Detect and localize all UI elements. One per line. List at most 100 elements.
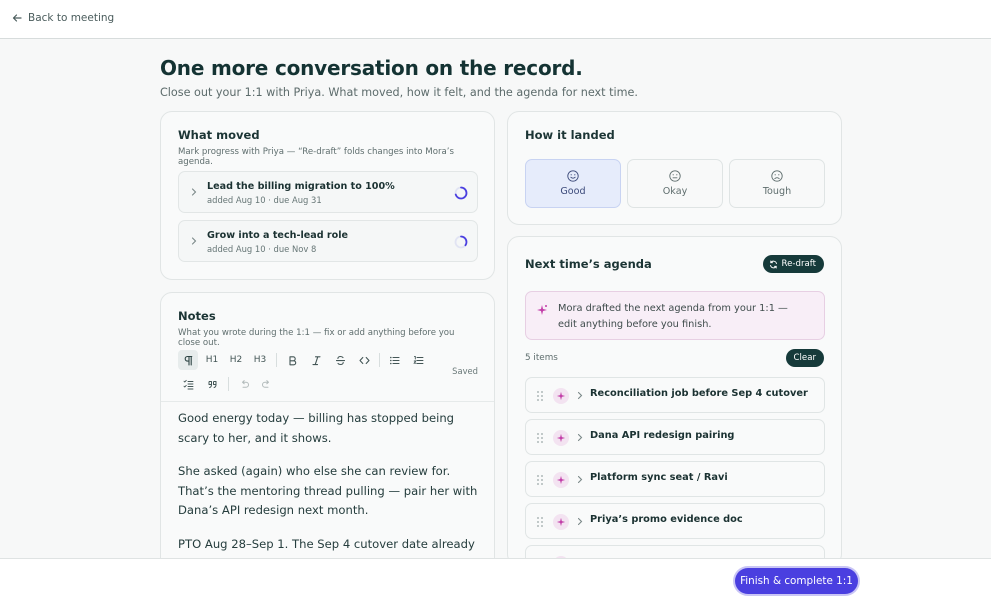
back-label: Back to meeting [28, 12, 115, 24]
agenda-item[interactable]: Reconciliation job before Sep 4 cutover [525, 377, 825, 413]
chevron-right-icon [191, 237, 197, 245]
mood-label: Okay [662, 186, 688, 197]
chevron-right-icon[interactable] [576, 474, 584, 485]
clear-button[interactable]: Clear [785, 349, 824, 367]
agenda-item-text: Dana API redesign pairing [590, 430, 735, 441]
finish-complete-button[interactable]: Finish & complete 1:1 [735, 568, 858, 594]
sparkle-icon [556, 475, 566, 485]
bullet-list-button[interactable] [384, 350, 404, 370]
strikethrough-button[interactable] [330, 350, 350, 370]
mood-label: Tough [762, 186, 792, 197]
goal-item[interactable]: Grow into a tech-lead role added Aug 10 … [178, 220, 478, 262]
bold-icon [288, 355, 296, 365]
code-icon [358, 356, 370, 364]
goal-item[interactable]: Lead the billing migration to 100% added… [178, 171, 478, 213]
agenda-item-text: Reconciliation job before Sep 4 cutover [590, 388, 808, 399]
italic-button[interactable] [306, 350, 326, 370]
goal-title: Lead the billing migration to 100% [207, 181, 395, 192]
page-title: One more conversation on the record. [160, 56, 583, 80]
drag-handle-icon[interactable] [536, 390, 544, 402]
mood-tough-button[interactable]: Tough [729, 159, 825, 208]
sparkle-icon [556, 517, 566, 527]
redraft-button[interactable]: Re-draft [762, 255, 824, 273]
notes-card: Notes What you wrote during the 1:1 — fi… [160, 292, 495, 582]
goal-title: Grow into a tech-lead role [207, 230, 349, 241]
note-paragraph[interactable]: She asked (again) who else she can revie… [178, 462, 478, 521]
how-it-landed-title: How it landed [525, 128, 615, 142]
bold-button[interactable] [282, 350, 302, 370]
toolbar-divider-line [161, 401, 494, 402]
agenda-item[interactable]: Priya’s promo evidence doc [525, 503, 825, 539]
progress-ring-icon[interactable] [454, 235, 468, 249]
checklist-button[interactable] [178, 374, 198, 394]
chevron-right-icon[interactable] [576, 432, 584, 443]
mood-label: Good [560, 186, 586, 197]
chevron-right-icon[interactable] [576, 390, 584, 401]
code-button[interactable] [354, 350, 374, 370]
chevron-right-icon [191, 188, 197, 196]
heading-2-button[interactable]: H2 [226, 350, 246, 370]
h1-label: H1 [205, 355, 219, 365]
sparkle-icon [556, 433, 566, 443]
notes-title: Notes [178, 309, 216, 323]
footer-bar: Finish & complete 1:1 [0, 558, 991, 600]
drag-handle-icon[interactable] [536, 516, 544, 528]
refresh-icon [769, 259, 777, 269]
redo-button[interactable] [256, 374, 276, 394]
notes-subtitle: What you wrote during the 1:1 — fix or a… [178, 328, 455, 348]
goal-meta: added Aug 10 · due Nov 8 [207, 244, 317, 254]
smile-icon [567, 170, 579, 182]
drag-handle-icon[interactable] [536, 474, 544, 486]
undo-button[interactable] [234, 374, 254, 394]
item-count: 5 items [525, 353, 558, 363]
toolbar-divider [276, 353, 277, 367]
page-heading: One more conversation on the record. Clo… [160, 56, 638, 99]
toolbar-divider [379, 353, 380, 367]
paragraph-button[interactable] [178, 350, 198, 370]
ai-sparkle-badge [553, 388, 569, 404]
neutral-face-icon [669, 170, 681, 182]
frown-icon [771, 170, 783, 182]
page-subtitle: Close out your 1:1 with Priya. What move… [160, 86, 638, 99]
notes-editor[interactable]: Good energy today — billing has stopped … [178, 409, 478, 568]
h3-label: H3 [253, 355, 267, 365]
ai-sparkle-badge [553, 514, 569, 530]
bullet-list-icon [389, 356, 400, 364]
next-agenda-card: Next time’s agenda Re-draft Mora drafted… [507, 236, 842, 566]
ai-sparkle-badge [553, 472, 569, 488]
ai-draft-notice: Mora drafted the next agenda from your 1… [525, 291, 825, 340]
quote-button[interactable] [202, 374, 222, 394]
redo-icon [261, 379, 269, 388]
goal-meta: added Aug 10 · due Aug 31 [207, 195, 322, 205]
sparkle-icon [556, 391, 566, 401]
agenda-item[interactable]: Dana API redesign pairing [525, 419, 825, 455]
sparkle-icon [537, 305, 547, 315]
what-moved-title: What moved [178, 128, 260, 142]
what-moved-card: What moved Mark progress with Priya — “R… [160, 111, 495, 280]
what-moved-subtitle: Mark progress with Priya — “Re-draft” fo… [178, 147, 454, 167]
mood-good-button[interactable]: Good [525, 159, 621, 208]
drag-handle-icon[interactable] [536, 432, 544, 444]
progress-ring-icon[interactable] [454, 186, 468, 200]
mood-okay-button[interactable]: Okay [627, 159, 723, 208]
toolbar-divider [228, 377, 229, 391]
note-paragraph[interactable]: Good energy today — billing has stopped … [178, 409, 478, 448]
how-it-landed-card: How it landed Good Okay Tough [507, 111, 842, 225]
note-paragraph[interactable]: PTO Aug 28–Sep 1. The Sep 4 cutover date… [178, 535, 478, 555]
redraft-label: Re-draft [781, 259, 816, 269]
paragraph-icon [184, 355, 192, 366]
numbered-list-icon [412, 355, 423, 364]
heading-3-button[interactable]: H3 [250, 350, 270, 370]
chevron-right-icon[interactable] [576, 516, 584, 527]
agenda-item[interactable]: Platform sync seat / Ravi [525, 461, 825, 497]
quote-icon [208, 380, 216, 388]
heading-1-button[interactable]: H1 [202, 350, 222, 370]
top-bar: Back to meeting [0, 0, 991, 39]
h2-label: H2 [229, 355, 243, 365]
checklist-icon [183, 379, 193, 389]
agenda-item-text: Priya’s promo evidence doc [590, 514, 743, 525]
strikethrough-icon [335, 355, 345, 365]
back-to-meeting-link[interactable]: Back to meeting [12, 12, 114, 24]
mood-options: Good Okay Tough [525, 159, 825, 208]
numbered-list-button[interactable] [408, 350, 428, 370]
